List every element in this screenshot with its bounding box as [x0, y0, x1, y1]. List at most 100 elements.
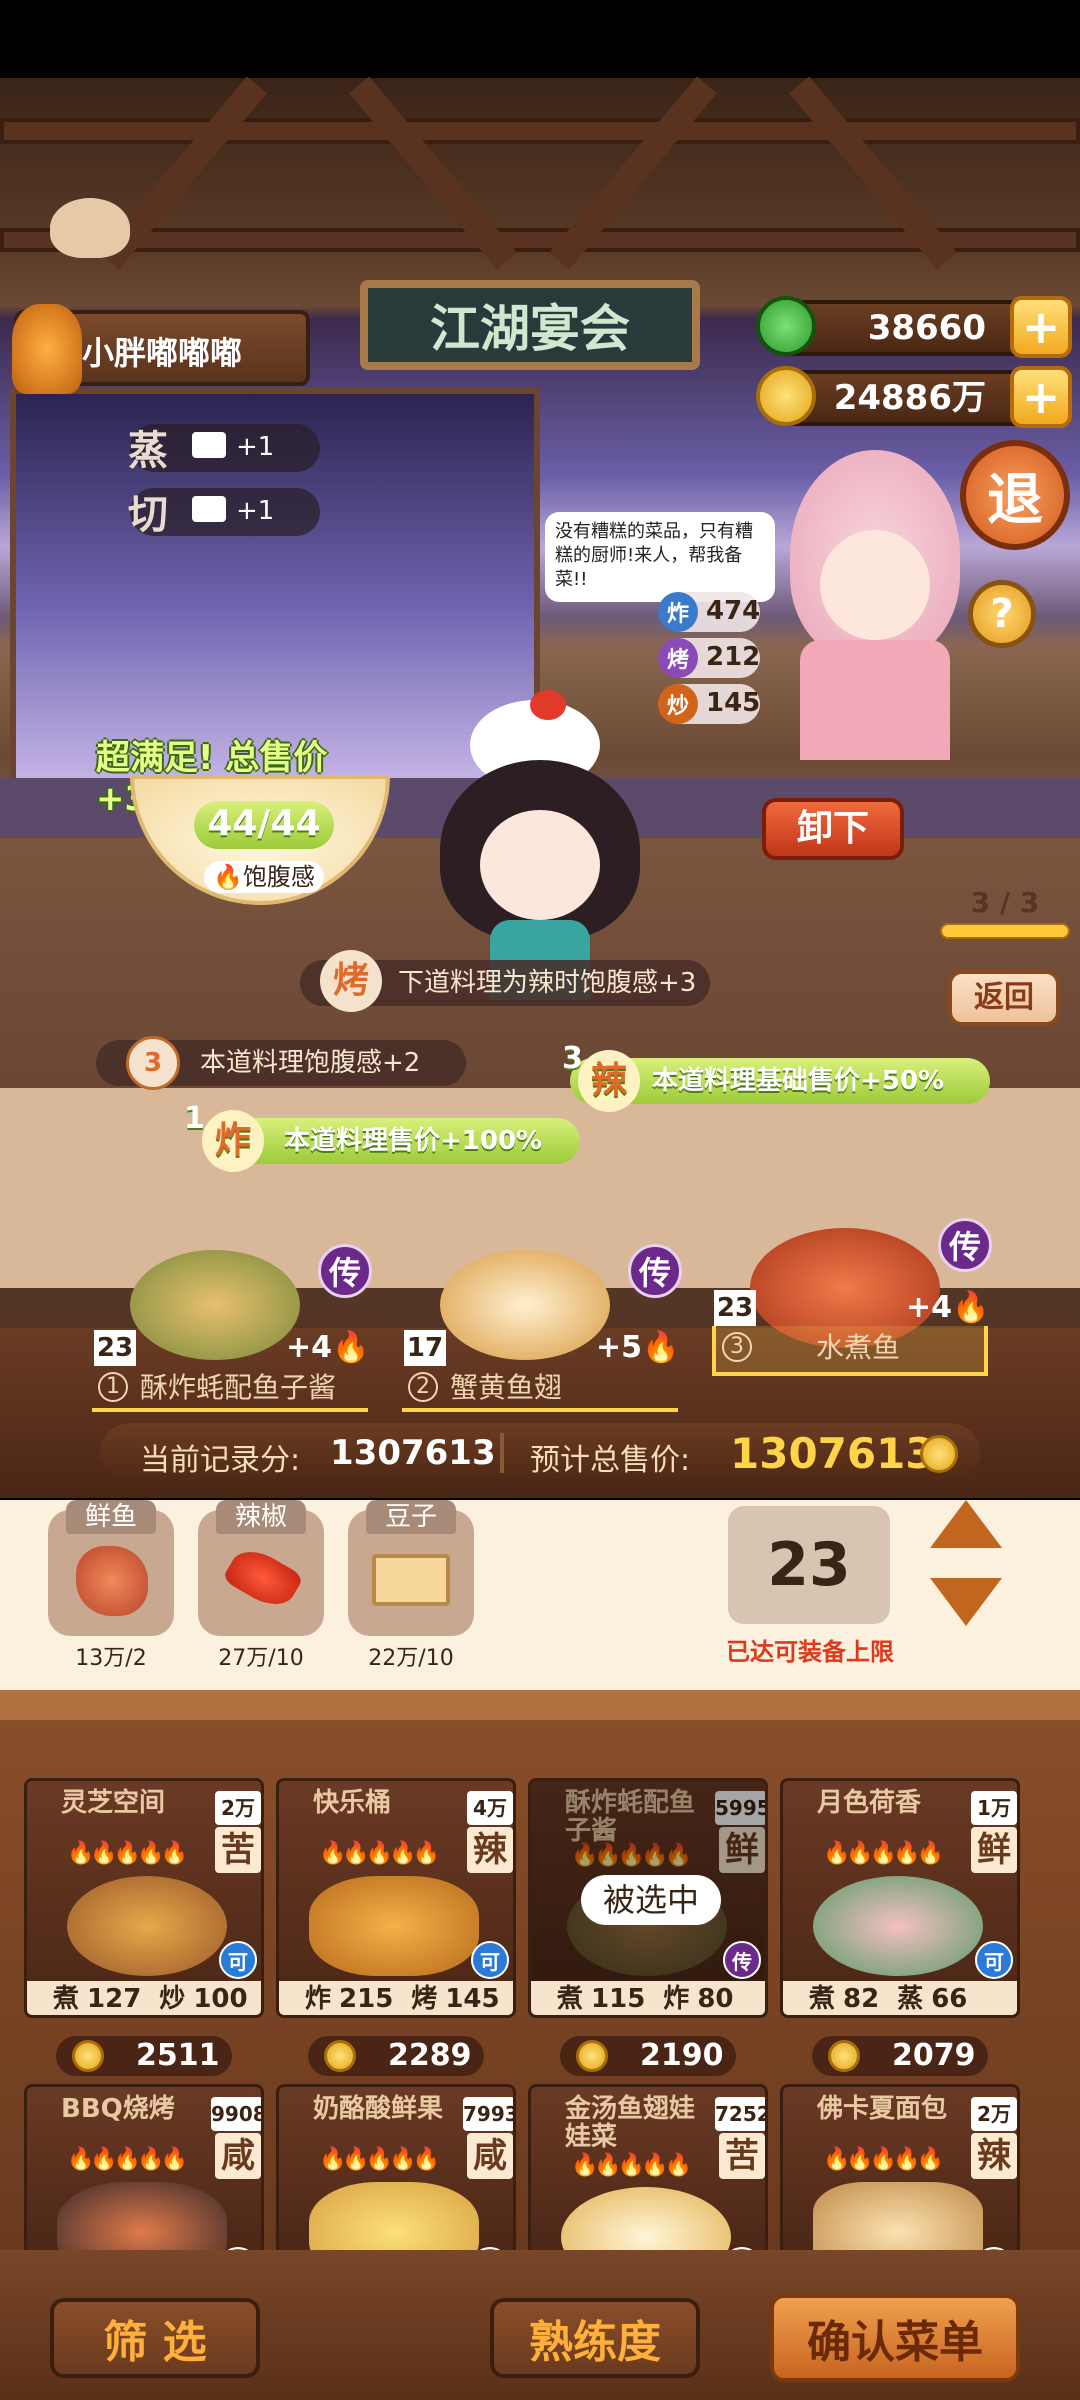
dish-image — [67, 1876, 227, 1976]
coin-icon — [756, 366, 816, 426]
flame-rating-icon: 🔥🔥🔥🔥🔥 — [319, 1841, 440, 1866]
stat-fry: 炸 474 — [658, 592, 760, 632]
score-bar: 当前记录分: 1307613 预计总售价: 1307613 — [100, 1423, 980, 1483]
bowl-icon — [192, 496, 226, 522]
proficiency-button[interactable]: 熟练度 — [490, 2298, 700, 2378]
card-stats: 煮 127 炒 100 — [27, 1981, 261, 2015]
coin-icon — [576, 2040, 608, 2072]
dish-image — [309, 1876, 479, 1976]
dish-bonus: +4🔥 — [286, 1330, 370, 1365]
record-label: 当前记录分: — [140, 1443, 301, 1478]
satiety-label: 🔥饱腹感 — [204, 861, 324, 893]
satiety-banner: 超满足! 总售价+30% — [96, 738, 328, 819]
dish-name-selected: 3 水煮鱼 — [712, 1326, 988, 1376]
fish-icon — [76, 1546, 148, 1616]
skill-tag-spicy: 3 辣 本道料理基础售价+50% — [562, 1041, 990, 1112]
menu-card[interactable]: BBQ烧烤 9908 咸 🔥🔥🔥🔥🔥 可 — [24, 2084, 264, 2260]
total-value: 1307613 — [730, 1429, 935, 1478]
jade-value: 38660 — [867, 308, 986, 348]
card-stats: 煮 115 炸 80 — [531, 1981, 765, 2015]
flame-rating-icon: 🔥🔥🔥🔥🔥 — [67, 2147, 188, 2172]
legend-badge: 传 — [938, 1218, 992, 1272]
price-pill: 2079 — [812, 2036, 988, 2076]
equipped-dish-3[interactable]: 传 23 +4🔥 3 水煮鱼 — [710, 1218, 992, 1418]
price-pill: 2511 — [56, 2036, 232, 2076]
roof-beam — [0, 118, 1080, 144]
skill-char: 辣 — [578, 1050, 640, 1112]
jade-icon — [756, 296, 816, 356]
menu-card[interactable]: 灵芝空间 2万 苦 🔥🔥🔥🔥🔥 可 煮 127 炒 100 — [24, 1778, 264, 2018]
dish-image — [440, 1250, 610, 1360]
buff-value: +1 — [236, 496, 275, 526]
flame-rating-icon: 🔥🔥🔥🔥🔥 — [571, 2153, 692, 2178]
scroll-up-arrow[interactable] — [930, 1500, 1002, 1548]
menu-card[interactable]: 佛卡夏面包 2万 辣 🔥🔥🔥🔥🔥 可 — [780, 2084, 1020, 2260]
main-chef-character[interactable] — [420, 690, 660, 1000]
flame-rating-icon: 🔥🔥🔥🔥🔥 — [319, 2147, 440, 2172]
unload-chef-button[interactable]: 卸下 — [762, 798, 904, 860]
coin-value: 24886万 — [833, 378, 986, 418]
page-progress-bar — [940, 923, 1070, 939]
skill-text: 本道料理售价+100% — [284, 1126, 543, 1156]
coin-icon — [828, 2040, 860, 2072]
flame-rating-icon: 🔥🔥🔥🔥🔥 — [823, 1841, 944, 1866]
buff-steam: 蒸 +1 — [128, 424, 320, 474]
dish-image — [309, 2182, 479, 2257]
filter-button[interactable]: 筛 选 — [50, 2298, 260, 2378]
stat-roast: 烤 212 — [658, 638, 760, 678]
stat-stirfry: 炒 145 — [658, 684, 760, 724]
flame-icon: 🔥 — [952, 1290, 990, 1325]
confirm-menu-button[interactable]: 确认菜单 — [770, 2294, 1020, 2382]
total-label: 预计总售价: — [530, 1443, 691, 1478]
legend-badge: 传 — [723, 1941, 761, 1979]
add-jade-button[interactable]: + — [1010, 296, 1072, 358]
menu-card[interactable]: 月色荷香 1万 鲜 🔥🔥🔥🔥🔥 可 煮 82 蒸 66 — [780, 1778, 1020, 2018]
dish-name: 2 蟹黄鱼翅 — [402, 1366, 678, 1412]
dish-image — [130, 1250, 300, 1360]
player-name: 小胖嘟嘟嘟 — [82, 334, 243, 372]
card-stats: 炸 215 烤 145 — [279, 1981, 513, 2015]
dish-image — [813, 1876, 983, 1976]
buff-cut: 切 +1 — [128, 488, 320, 538]
skill-level: 3 — [126, 1036, 180, 1090]
dish-bonus: +4🔥 — [906, 1290, 990, 1325]
menu-shelf-top — [0, 1690, 1080, 1720]
page-indicator: 3 / 3 — [940, 886, 1070, 946]
menu-card[interactable]: 快乐桶 4万 辣 🔥🔥🔥🔥🔥 可 炸 215 烤 145 — [276, 1778, 516, 2018]
capacity-note: 已达可装备上限 — [726, 1638, 894, 1666]
player-name-panel[interactable]: 小胖嘟嘟嘟 — [12, 304, 310, 394]
add-coin-button[interactable]: + — [1010, 366, 1072, 428]
skill-char: 炸 — [202, 1110, 264, 1172]
title-sign-text: 江湖宴会 — [430, 299, 630, 358]
back-button[interactable]: 返回 — [948, 970, 1060, 1026]
dish-image — [813, 2182, 983, 2257]
legend-badge: 传 — [318, 1244, 372, 1298]
tag-badge: 可 — [975, 1941, 1013, 1979]
dish-level: 23 — [714, 1290, 756, 1326]
flame-rating-icon: 🔥🔥🔥🔥🔥 — [67, 1841, 188, 1866]
dish-image — [57, 2182, 227, 2257]
dish-bonus: +5🔥 — [596, 1330, 680, 1365]
ingredient-area: 鲜鱼 13万/2 辣椒 27万/10 豆子 22万/10 23 已达可装备上限 — [0, 1500, 1080, 1690]
bowl-icon — [192, 432, 226, 458]
scroll-down-arrow[interactable] — [930, 1578, 1002, 1626]
menu-card-selected[interactable]: 酥炸蚝配鱼子酱 5995 鲜 🔥🔥🔥🔥🔥 被选中 传 煮 115 炸 80 — [528, 1778, 768, 2018]
coin-icon — [72, 2040, 104, 2072]
equipped-dish-2[interactable]: 传 17 +5🔥 2 蟹黄鱼翅 — [400, 1244, 682, 1420]
equipped-dish-1[interactable]: 传 23 +4🔥 1 酥炸蚝配鱼子酱 — [90, 1244, 372, 1420]
guest-chef-character[interactable] — [760, 430, 980, 770]
capacity-value: 23 — [728, 1506, 890, 1624]
bottom-bar: 筛 选 熟练度 确认菜单 — [0, 2250, 1080, 2400]
skill-char: 烤 — [320, 950, 382, 1012]
buff-value: +1 — [236, 432, 275, 462]
menu-card[interactable]: 金汤鱼翅娃娃菜 7252 苦 🔥🔥🔥🔥🔥 可 — [528, 2084, 768, 2260]
price-pill: 2289 — [308, 2036, 484, 2076]
chef-speech-bubble: 没有糟糕的菜品，只有糟糕的厨师!来人，帮我备菜!! — [545, 512, 775, 602]
menu-card[interactable]: 奶酪酸鲜果 7993 咸 🔥🔥🔥🔥🔥 可 — [276, 2084, 516, 2260]
coin-icon — [324, 2040, 356, 2072]
dish-name: 1 酥炸蚝配鱼子酱 — [92, 1366, 368, 1412]
card-stats: 煮 82 蒸 66 — [783, 1981, 1017, 2015]
legend-badge: 传 — [628, 1244, 682, 1298]
tag-badge: 可 — [471, 1941, 509, 1979]
player-avatar[interactable] — [12, 304, 82, 394]
